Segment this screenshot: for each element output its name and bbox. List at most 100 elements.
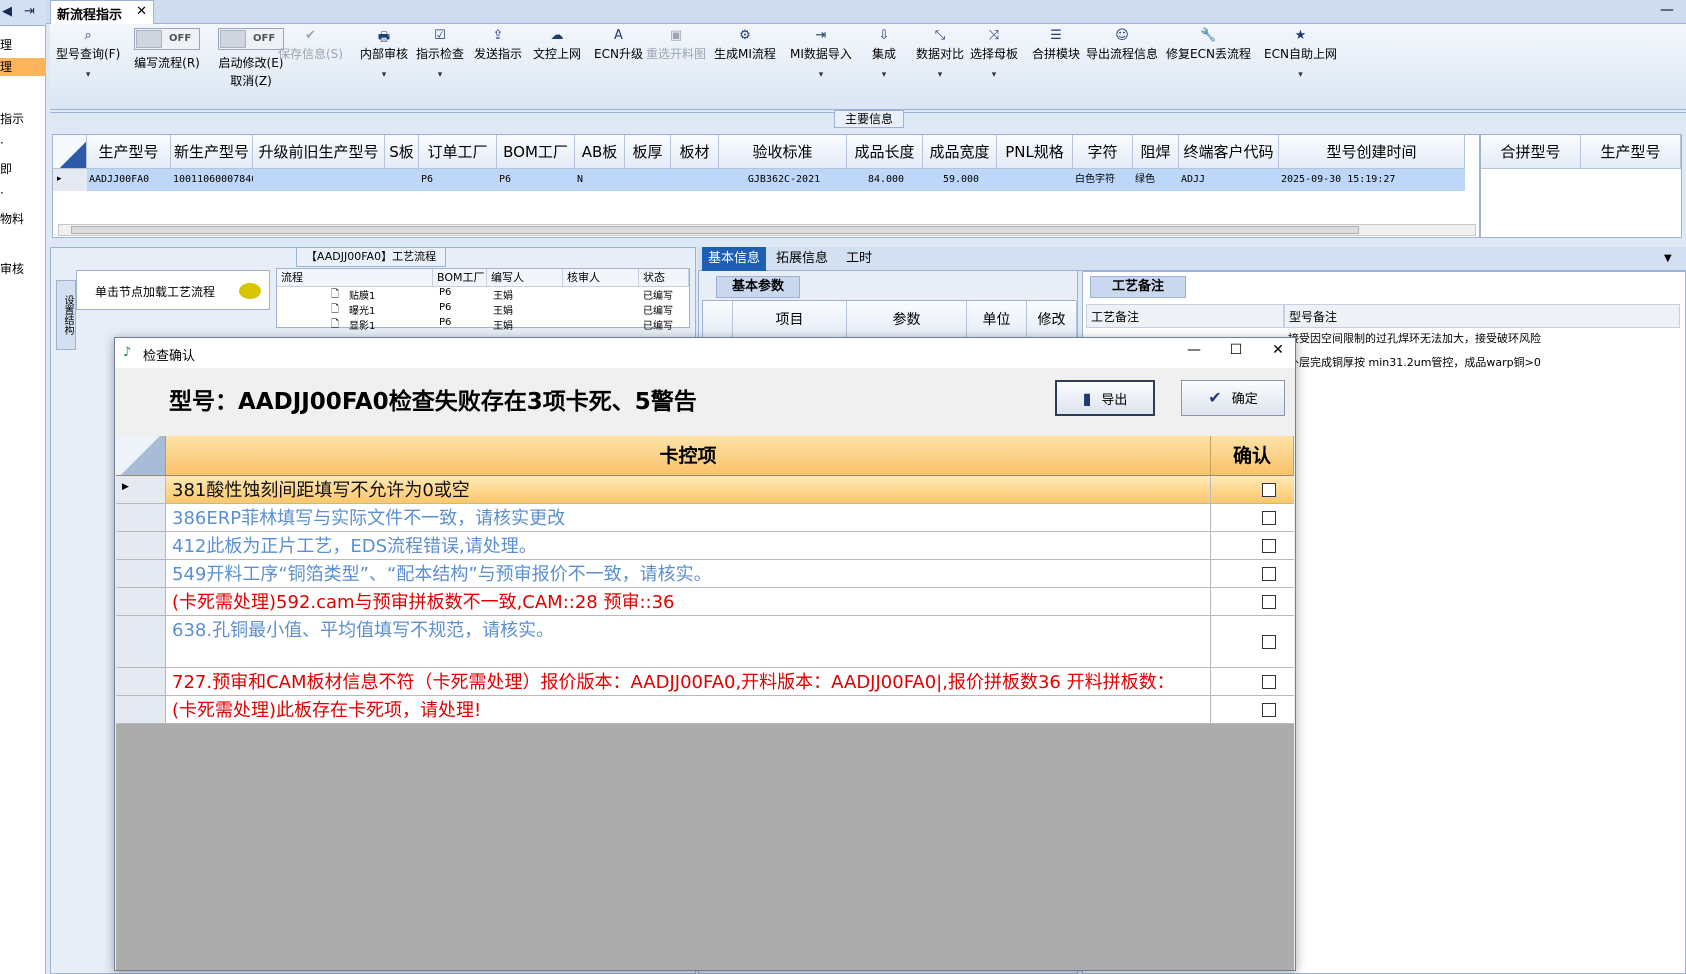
- confirm-checkbox[interactable]: [1262, 595, 1276, 609]
- toolbar-button-6[interactable]: A ECN升级: [594, 28, 643, 62]
- grid-corner[interactable]: [53, 135, 87, 169]
- toolbar-button-16[interactable]: ★ ECN自助上网 ▾: [1264, 28, 1337, 80]
- flow-step-writer[interactable]: 王娟: [493, 287, 513, 302]
- flow-step-status[interactable]: 已编写: [643, 287, 673, 302]
- flow-step-status[interactable]: 已编写: [643, 302, 673, 317]
- col-flow[interactable]: 流程: [277, 269, 433, 287]
- left-nav-item[interactable]: 即: [0, 160, 46, 178]
- chevron-down-icon[interactable]: ▾: [416, 70, 464, 80]
- confirm-checkbox[interactable]: [1262, 703, 1276, 717]
- main-col-header[interactable]: AB板: [575, 135, 625, 169]
- check-row[interactable]: 412此板为正片工艺，EDS流程错误,请处理。: [116, 532, 1294, 560]
- flow-step-bom[interactable]: P6: [439, 287, 451, 298]
- param-grid-corner[interactable]: [703, 301, 733, 339]
- main-cell[interactable]: 10011060007840: [171, 169, 253, 191]
- col-unit[interactable]: 单位: [967, 301, 1027, 339]
- main-col-header[interactable]: 字符: [1073, 135, 1133, 169]
- chevron-down-icon[interactable]: ▾: [1264, 70, 1337, 80]
- flow-step-writer[interactable]: 王娟: [493, 302, 513, 317]
- check-row[interactable]: 727.预审和CAM板材信息不符（卡死需处理）报价版本：AADJJ00FA0,开…: [116, 668, 1294, 717]
- cancel-label[interactable]: 取消(Z): [218, 72, 284, 89]
- col-check-item[interactable]: 卡控项: [166, 436, 1211, 476]
- col-production-model[interactable]: 生产型号: [1581, 135, 1681, 169]
- check-row[interactable]: ▶ 381酸性蚀刻间距填写不允许为0或空: [116, 476, 1294, 504]
- write-flow-toggle[interactable]: OFF 编写流程(R): [134, 28, 200, 71]
- chevron-down-icon[interactable]: ▾: [360, 70, 408, 80]
- flow-grid[interactable]: 流程 BOM工厂 编写人 核审人 状态 🗋 贴膜1 P6 王娟 已编写 🗋 曝光1 P6 王娟已…: [276, 268, 690, 332]
- main-cell[interactable]: [253, 169, 385, 191]
- col-item[interactable]: 项目: [733, 301, 847, 339]
- main-col-header[interactable]: 升级前旧生产型号: [253, 135, 385, 169]
- flow-step-name[interactable]: 显影1: [349, 317, 375, 332]
- minimize-icon[interactable]: —: [1660, 2, 1674, 18]
- merged-model-grid[interactable]: 合拼型号 生产型号: [1480, 134, 1682, 238]
- flow-step-status[interactable]: 已编写: [643, 317, 673, 332]
- toolbar-button-13[interactable]: ☰ 合拼模块: [1032, 28, 1080, 62]
- main-col-header[interactable]: PNL规格: [997, 135, 1073, 169]
- chevron-down-icon[interactable]: ▾: [790, 70, 852, 80]
- main-info-grid[interactable]: ▸ 生产型号 AADJJ00FA0 新生产型号 10011060007840 升级前旧生…: [52, 134, 1480, 238]
- chevron-down-icon[interactable]: ▾: [970, 70, 1018, 80]
- check-items-grid[interactable]: 卡控项 确认 ▶ 381酸性蚀刻间距填写不允许为0或空 386ERP菲林填写与实际文…: [116, 436, 1294, 970]
- login-icon[interactable]: ⇥: [24, 4, 35, 19]
- col-bom-factory[interactable]: BOM工厂: [433, 269, 487, 287]
- toolbar-button-11[interactable]: ⤡ 数据对比 ▾: [916, 28, 964, 80]
- col-reviewer[interactable]: 核审人: [563, 269, 639, 287]
- main-cell[interactable]: 绿色: [1133, 169, 1179, 191]
- chevron-down-icon[interactable]: ▾: [872, 70, 896, 80]
- tab-extended-info[interactable]: 拓展信息: [770, 247, 834, 271]
- structure-setup-tab[interactable]: 设置结构: [56, 280, 76, 350]
- main-cell[interactable]: 84.000: [847, 169, 923, 191]
- confirm-checkbox[interactable]: [1262, 483, 1276, 497]
- main-col-header[interactable]: 成品宽度: [923, 135, 997, 169]
- main-cell[interactable]: P6: [419, 169, 497, 191]
- toolbar-button-12[interactable]: ⤨ 选择母板 ▾: [970, 28, 1018, 80]
- toolbar-button-4[interactable]: ⇪ 发送指示: [474, 28, 522, 62]
- main-col-header[interactable]: 生产型号: [87, 135, 171, 169]
- close-tab-icon[interactable]: ✕: [136, 4, 147, 19]
- main-col-header[interactable]: 成品长度: [847, 135, 923, 169]
- main-col-header[interactable]: 板厚: [625, 135, 671, 169]
- confirm-checkbox[interactable]: [1262, 539, 1276, 553]
- main-cell[interactable]: [625, 169, 671, 191]
- chevron-down-icon[interactable]: ▼: [1658, 247, 1678, 271]
- main-cell[interactable]: 2025-09-30 15:19:27: [1279, 169, 1465, 191]
- toolbar-button-3[interactable]: ☑ 指示检查 ▾: [416, 28, 464, 80]
- flow-step-bom[interactable]: P6: [439, 302, 451, 313]
- col-writer[interactable]: 编写人: [487, 269, 563, 287]
- model-query-button[interactable]: ⌕ 型号查询(F) ▾: [56, 28, 120, 80]
- main-cell[interactable]: [671, 169, 719, 191]
- confirm-checkbox[interactable]: [1262, 511, 1276, 525]
- horizontal-scrollbar[interactable]: [58, 224, 1476, 236]
- left-nav-item[interactable]: 审核: [0, 260, 46, 278]
- chevron-down-icon[interactable]: ▾: [916, 70, 964, 80]
- confirm-checkbox[interactable]: [1262, 567, 1276, 581]
- main-col-header[interactable]: 验收标准: [719, 135, 847, 169]
- flow-step-name[interactable]: 曝光1: [349, 302, 375, 317]
- left-nav-item[interactable]: 理: [0, 36, 46, 54]
- tab-basic-params[interactable]: 基本参数: [716, 276, 800, 298]
- confirm-checkbox[interactable]: [1262, 675, 1276, 689]
- param-grid[interactable]: 项目 参数 单位 修改: [702, 300, 1077, 340]
- toolbar-button-15[interactable]: 🔧 修复ECN丢流程: [1166, 28, 1251, 62]
- maximize-icon[interactable]: ☐: [1221, 342, 1251, 358]
- tab-working-hours[interactable]: 工时: [840, 247, 878, 271]
- check-row[interactable]: (卡死需处理)此板存在卡死项，请处理!: [116, 696, 1294, 724]
- main-cell[interactable]: ADJJ: [1179, 169, 1279, 191]
- check-row[interactable]: 386ERP菲林填写与实际文件不一致，请核实更改: [116, 504, 1294, 532]
- main-cell[interactable]: AADJJ00FA0: [87, 169, 171, 191]
- col-craft-note[interactable]: 工艺备注: [1086, 304, 1284, 328]
- col-modify[interactable]: 修改: [1027, 301, 1077, 339]
- toolbar-button-2[interactable]: 🖶 内部审核 ▾: [360, 28, 408, 80]
- main-col-header[interactable]: BOM工厂: [497, 135, 575, 169]
- check-row[interactable]: 638.孔铜最小值、平均值填写不规范，请核实。: [116, 616, 1294, 668]
- left-nav-item[interactable]: 指示: [0, 110, 46, 128]
- toolbar-button-9[interactable]: ⇥ MI数据导入 ▾: [790, 28, 852, 80]
- main-col-header[interactable]: 型号创建时间: [1279, 135, 1465, 169]
- grid-corner[interactable]: [116, 436, 166, 476]
- col-confirm[interactable]: 确认: [1211, 436, 1294, 476]
- confirm-checkbox[interactable]: [1262, 635, 1276, 649]
- main-cell[interactable]: GJB362C-2021: [719, 169, 847, 191]
- flow-step-name[interactable]: 贴膜1: [349, 287, 375, 302]
- left-nav-item[interactable]: ·: [0, 186, 46, 204]
